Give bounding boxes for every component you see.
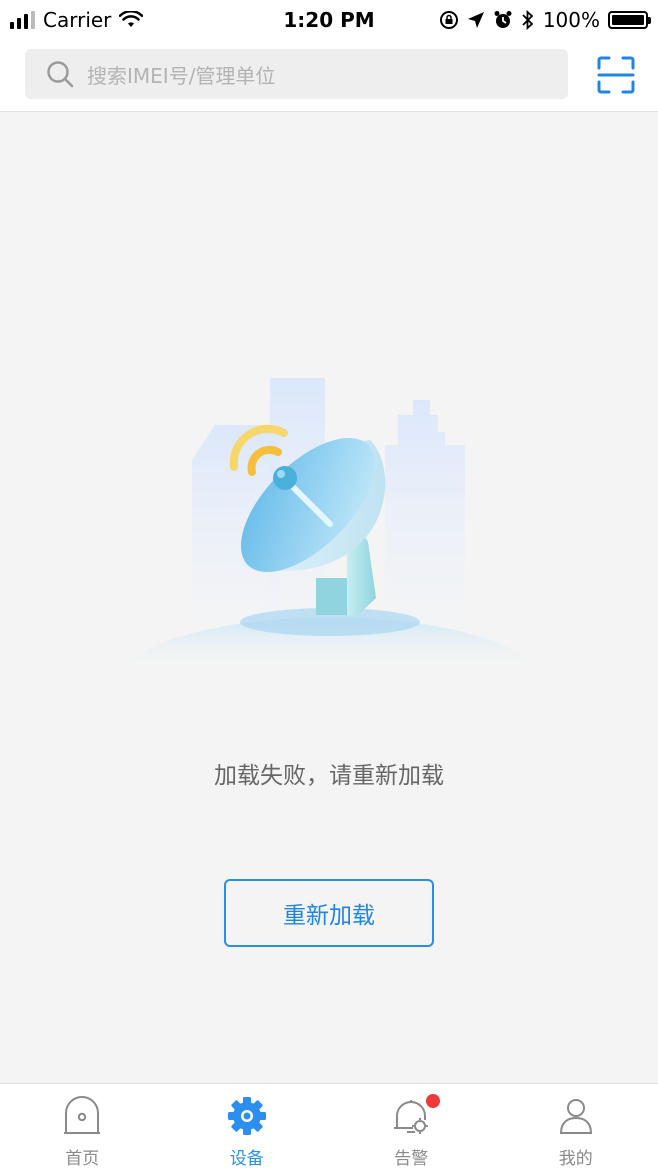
reload-button[interactable]: 重新加载: [224, 879, 434, 947]
search-icon: [47, 61, 74, 88]
tab-home[interactable]: 首页: [0, 1084, 165, 1170]
tab-alarm[interactable]: 告警: [329, 1084, 494, 1170]
battery-percent: 100%: [542, 8, 600, 32]
search-bar[interactable]: 搜索IMEI号/管理单位: [25, 49, 568, 99]
orientation-lock-icon: [439, 11, 458, 29]
tab-mine[interactable]: 我的: [494, 1084, 658, 1170]
bluetooth-icon: [522, 10, 534, 30]
screen: Carrier 1:20 PM 100% 搜索IMEI号/管理单位 加载失败，请…: [0, 0, 658, 1170]
alarm-icon: [494, 11, 512, 28]
status-right: 100%: [439, 7, 651, 33]
bottom-tab-bar: 首页 设备 告警 我的: [0, 1083, 658, 1170]
tab-mine-label: 我的: [558, 1149, 593, 1169]
tab-home-label: 首页: [65, 1149, 100, 1169]
home-icon: [64, 1096, 101, 1134]
location-icon: [467, 12, 484, 28]
tab-alarm-label: 告警: [394, 1149, 429, 1169]
device-gear-icon: [227, 1097, 266, 1135]
user-icon: [559, 1099, 592, 1134]
scan-icon[interactable]: [596, 55, 636, 95]
search-header: 搜索IMEI号/管理单位: [0, 40, 658, 112]
tab-device-label: 设备: [229, 1149, 264, 1169]
status-bar: Carrier 1:20 PM 100%: [0, 0, 658, 40]
search-input[interactable]: 搜索IMEI号/管理单位: [87, 60, 275, 89]
load-error-message: 加载失败，请重新加载: [214, 763, 444, 789]
tab-device[interactable]: 设备: [165, 1084, 330, 1170]
satellite-dish-illustration: [120, 378, 540, 670]
battery-icon: [608, 11, 651, 29]
alarm-badge: [426, 1094, 440, 1108]
